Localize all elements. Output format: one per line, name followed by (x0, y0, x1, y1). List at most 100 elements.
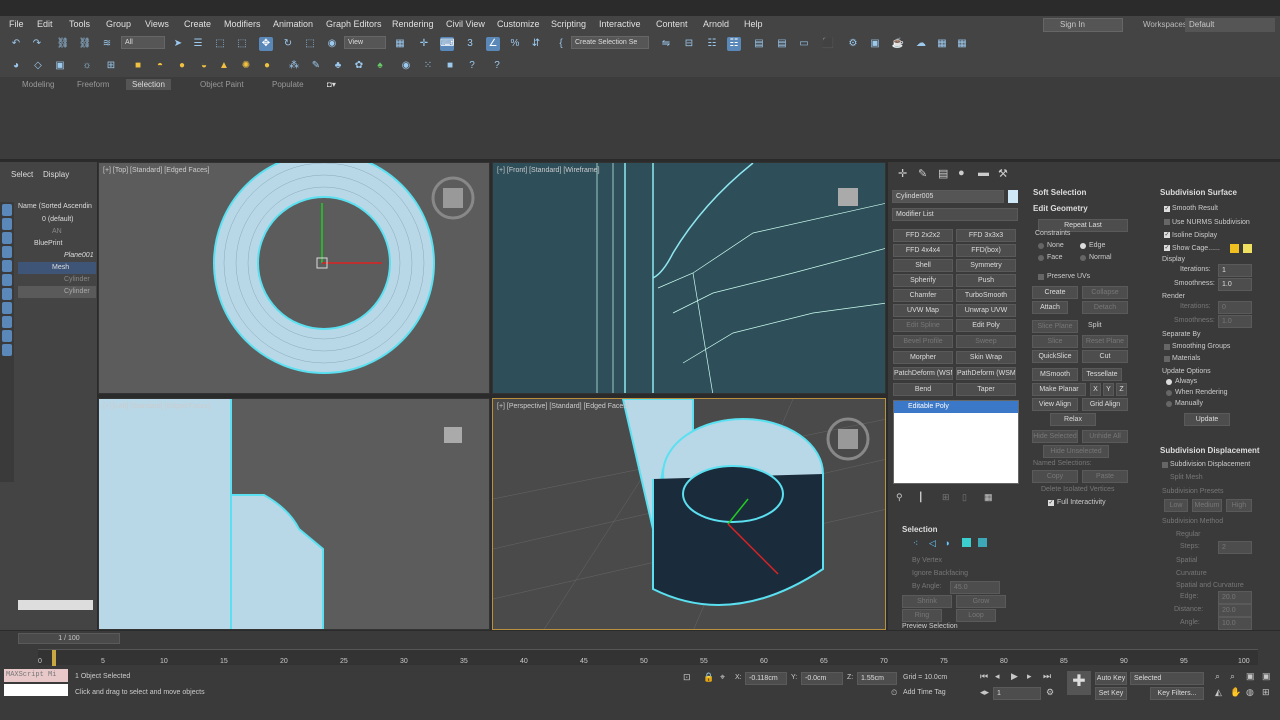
go-to-start-icon[interactable]: ⏮ (980, 671, 988, 682)
menu-customize[interactable]: Customize (497, 19, 540, 29)
mod-taper[interactable]: Taper (956, 383, 1016, 396)
light-icon[interactable]: ☼ (80, 59, 94, 73)
ribbon-options-icon[interactable]: ◘▾ (321, 79, 342, 90)
render-in-cloud-icon[interactable]: ☁ (914, 37, 928, 51)
stack-item-editable-poly[interactable]: Editable Poly (894, 401, 1018, 413)
zoom-extents-all-icon[interactable]: ▣ (1262, 671, 1271, 682)
subdiv-disp-checkbox[interactable] (1162, 462, 1168, 468)
motion-tab-icon[interactable]: ● (958, 167, 965, 179)
update-button[interactable]: Update (1184, 413, 1230, 426)
mod-spherify[interactable]: Spherify (893, 274, 953, 287)
window-crossing-icon[interactable]: ⬚ (235, 37, 249, 51)
mod-turbosmooth[interactable]: TurboSmooth (956, 289, 1016, 302)
cage-color-swatch-1[interactable] (1230, 244, 1239, 253)
method-spatial-curvature-radio[interactable]: Spatial and Curvature (1176, 582, 1244, 589)
ring-button[interactable]: Ring (902, 609, 942, 622)
shape-icon[interactable]: ◇ (31, 59, 45, 73)
bind-space-warp-icon[interactable]: ≋ (100, 37, 114, 51)
camera-icon[interactable]: ⊞ (104, 59, 118, 73)
scene-scrollbar[interactable] (18, 600, 93, 610)
delete-isolated-checkbox[interactable]: Delete Isolated Vertices (1041, 486, 1115, 493)
scale-icon[interactable]: ⬚ (303, 37, 317, 51)
collapse-button[interactable]: Collapse (1082, 286, 1128, 299)
method-regular-radio[interactable]: Regular (1176, 531, 1201, 538)
subdivision-displacement-header[interactable]: Subdivision Displacement (1160, 446, 1260, 455)
redo-icon[interactable]: ↷ (30, 37, 44, 51)
shrink-button[interactable]: Shrink (902, 595, 952, 608)
mod-patchdeform[interactable]: PatchDeform (WSM) (893, 367, 953, 380)
column-header-name[interactable]: Name (Sorted Ascendin (18, 201, 96, 213)
a360-gallery-icon[interactable]: ▦ (935, 37, 949, 51)
materials-checkbox[interactable] (1164, 356, 1170, 362)
slice-button[interactable]: Slice (1032, 335, 1078, 348)
remove-modifier-icon[interactable]: ▯ (962, 492, 967, 503)
question-icon[interactable]: ? (490, 59, 504, 73)
split-mesh-checkbox[interactable]: Split Mesh (1170, 474, 1203, 481)
sign-in-dropdown[interactable]: Sign In (1043, 18, 1123, 32)
steps-spinner[interactable]: 2 (1218, 541, 1252, 554)
constraint-normal-radio[interactable] (1080, 255, 1086, 261)
filter-icon[interactable] (2, 204, 12, 216)
make-unique-icon[interactable]: ⊞ (942, 492, 950, 503)
tab-display[interactable]: Display (43, 170, 69, 179)
spinner-snap-icon[interactable]: ⇵ (529, 37, 543, 51)
quickslice-button[interactable]: QuickSlice (1032, 350, 1078, 363)
paint-icon[interactable]: ✎ (309, 59, 323, 73)
toggle-ribbon-icon[interactable]: ▤ (752, 37, 766, 51)
selection-filter-dropdown[interactable]: All (121, 36, 165, 49)
mod-edit-poly[interactable]: Edit Poly (956, 319, 1016, 332)
rect-selection-icon[interactable]: ⬚ (213, 37, 227, 51)
by-vertex-checkbox[interactable]: By Vertex (912, 557, 942, 564)
object-row-plane[interactable]: Plane001 (18, 250, 96, 262)
sphere-primitive-icon[interactable]: ● (175, 59, 189, 73)
box-icon[interactable]: ■ (131, 59, 145, 73)
layer-row-default[interactable]: 0 (default) (18, 214, 96, 226)
dome-icon[interactable]: ◓ (153, 59, 167, 73)
constraint-none-radio[interactable] (1038, 243, 1044, 249)
go-to-end-icon[interactable]: ⏭ (1043, 671, 1051, 682)
ignore-backfacing-checkbox[interactable]: Ignore Backfacing (912, 570, 968, 577)
attach-button[interactable]: Attach (1032, 301, 1068, 314)
tessellate-button[interactable]: Tessellate (1082, 368, 1122, 381)
rendered-frame-icon[interactable]: ▣ (868, 37, 882, 51)
y-coord-field[interactable]: -0.0cm (801, 672, 843, 685)
msmooth-button[interactable]: MSmooth (1032, 368, 1078, 381)
constraint-edge-radio[interactable] (1080, 243, 1086, 249)
key-set-dropdown[interactable]: Selected (1130, 672, 1204, 685)
mod-chamfer[interactable]: Chamfer (893, 289, 953, 302)
select-by-name-icon[interactable]: ☰ (191, 37, 205, 51)
help-icon[interactable]: ? (465, 59, 479, 73)
border-icon[interactable]: ◗ (945, 538, 950, 548)
full-interactivity-checkbox[interactable]: ✓ (1048, 500, 1054, 506)
tab-populate[interactable]: Populate (266, 79, 310, 90)
tab-selection[interactable]: Selection (126, 79, 171, 90)
split-checkbox[interactable]: Split (1088, 322, 1102, 329)
mod-shell[interactable]: Shell (893, 259, 953, 272)
selection-rollout-header[interactable]: Selection (902, 525, 938, 534)
group-filter-icon[interactable] (2, 302, 12, 314)
subdivision-surface-header[interactable]: Subdivision Surface (1160, 188, 1237, 197)
render-iterations-spinner[interactable]: 0 (1218, 301, 1252, 314)
render-icon[interactable]: ▦ (955, 37, 969, 51)
viewport-left[interactable]: [+] [Left] [Standard] [Edged Faces] (98, 398, 490, 630)
update-always-radio[interactable] (1166, 379, 1172, 385)
shape-filter-icon[interactable] (2, 232, 12, 244)
play-icon[interactable]: ▶ (1011, 671, 1018, 682)
rotate-icon[interactable]: ↻ (281, 37, 295, 51)
pin-stack-icon[interactable]: ⚲ (896, 492, 903, 503)
mod-ffd-4x4x4[interactable]: FFD 4x4x4 (893, 244, 953, 257)
current-frame-field[interactable]: 1 (993, 687, 1041, 700)
viewport-perspective-label[interactable]: [+] [Perspective] [Standard] [Edged Face… (497, 403, 629, 410)
view-align-button[interactable]: View Align (1032, 398, 1078, 411)
mod-bend[interactable]: Bend (893, 383, 953, 396)
loop-button[interactable]: Loop (956, 609, 996, 622)
object-row-cylinder-selected[interactable]: Cylinder (18, 286, 96, 298)
cone-icon[interactable]: ▲ (217, 59, 231, 73)
all-filter-icon[interactable] (2, 344, 12, 356)
layer-row-blueprint[interactable]: BluePrint (18, 238, 96, 250)
preset-high-button[interactable]: High (1226, 499, 1252, 512)
time-tag-icon[interactable]: ⏲ (891, 688, 897, 698)
relax-button[interactable]: Relax (1050, 413, 1096, 426)
orbit-icon[interactable]: ◍ (1246, 687, 1254, 698)
iterations-spinner[interactable]: 1 (1218, 264, 1252, 277)
